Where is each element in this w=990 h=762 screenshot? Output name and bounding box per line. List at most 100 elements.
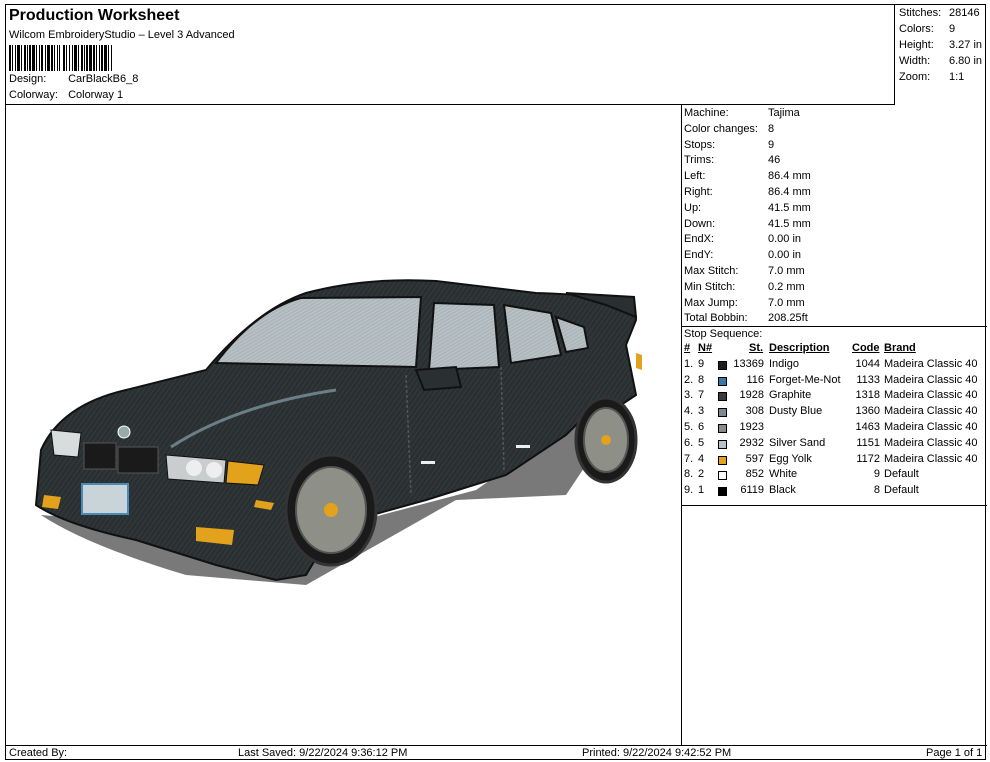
info-label: EndX: [684,233,714,246]
table-row: 1. 9 13369 Indigo 1044 Madeira Classic 40 [684,358,987,374]
row-description: Egg Yolk [769,452,812,465]
info-value: 46 [768,154,781,167]
header-description: Description [769,342,830,354]
page-number: Page 1 of 1 [926,747,983,759]
color-swatch [718,423,727,433]
row-index: 8. [684,468,694,481]
info-value: 9 [768,138,775,151]
row-code: 1044 [855,357,880,370]
colors-value: 9 [949,23,956,35]
row-index: 3. [684,389,694,402]
color-swatch [718,455,727,465]
table-row: 9. 1 6119 Black 8 Default [684,484,987,500]
info-value: 208.25ft [768,312,808,325]
row-description: Forget-Me-Not [769,373,841,386]
info-value: 7.0 mm [768,265,805,277]
zoom-value: 1:1 [949,71,965,83]
machine-info-row: Color changes: 8 [684,123,774,135]
info-label: Trims: [684,154,715,167]
row-needle: 8 [698,373,705,386]
row-brand: Madeira Classic 40 [884,389,978,402]
row-code: 9 [873,468,880,481]
info-value: 8 [768,122,775,135]
row-brand: Default [884,468,919,481]
row-stitches: 852 [745,468,764,481]
row-index: 2. [684,373,694,386]
info-value: 7.0 mm [768,296,805,309]
header-index: # [684,342,691,354]
table-row: 3. 7 1928 Graphite 1318 Madeira Classic 40 [684,389,987,405]
row-description: Indigo [769,357,799,370]
header-code: Code [852,342,880,354]
row-index: 4. [684,405,694,418]
info-label: Up: [684,201,702,214]
row-brand: Default [884,484,919,497]
machine-info-row: Trims: 46 [684,154,780,166]
row-index: 9. [684,484,694,497]
color-swatch [718,408,727,418]
colorway-value: Colorway 1 [68,89,124,101]
row-needle: 4 [698,452,705,465]
info-value: 0.00 in [768,249,802,262]
design-value: CarBlackB6_8 [68,73,139,85]
info-value: 86.4 mm [768,186,811,198]
row-needle: 5 [698,436,705,449]
design-preview [6,105,682,745]
stitches-row: Stitches: 28146 [899,7,980,19]
stop-sequence-table: # N# St. Description Code Brand 1. 9 13369… [684,342,987,500]
row-code: 1360 [855,405,880,418]
row-description: Black [769,484,796,497]
table-row: 2. 8 116 Forget-Me-Not 1133 Madeira Classic 4… [684,374,987,390]
row-description: Dusty Blue [769,405,823,418]
row-stitches: 6119 [740,484,764,497]
color-swatch [718,392,727,402]
info-label: Left: [684,170,706,183]
worksheet-footer: Created By: Last Saved: 9/22/2024 9:36:1… [6,745,987,761]
row-needle: 9 [698,357,705,370]
row-stitches: 1923 [739,420,764,433]
row-code: 8 [873,484,880,497]
height-value: 3.27 in [949,39,983,51]
colorway-row: Colorway: Colorway 1 [9,89,123,101]
row-code: 1172 [856,452,880,465]
stop-rows: 1. 9 13369 Indigo 1044 Madeira Classic 40 2. 8 1… [684,358,987,500]
row-needle: 7 [698,389,705,402]
row-stitches: 1928 [739,389,764,402]
row-index: 6. [684,436,694,449]
created-by: Created By: [9,747,68,759]
info-label: Stops: [684,138,716,151]
row-stitches: 597 [745,452,764,465]
info-label: Max Jump: [684,296,738,309]
color-swatch [718,439,727,449]
row-stitches: 2932 [739,436,764,449]
header-needle: N# [698,342,713,354]
machine-info-row: Right: 86.4 mm [684,186,811,198]
info-value: Tajima [768,107,800,119]
row-index: 1. [684,357,694,370]
info-value: 86.4 mm [768,170,811,183]
header-stitches: St. [749,342,764,354]
zoom-row: Zoom: 1:1 [899,71,964,83]
info-label: Min Stitch: [684,280,736,293]
table-row: 5. 6 1923 1463 Madeira Classic 40 [684,421,987,437]
info-label: Down: [684,217,716,230]
machine-info-row: Total Bobbin: 208.25ft [684,312,808,324]
software-name: Wilcom EmbroideryStudio – Level 3 Advanc… [9,29,235,41]
row-needle: 1 [698,484,705,497]
row-code: 1318 [855,389,880,402]
height-label: Height: [899,39,934,51]
worksheet: Production Worksheet Wilcom EmbroiderySt… [5,4,987,761]
info-value: 0.2 mm [768,280,805,293]
row-needle: 2 [698,468,705,481]
machine-info-row: Max Jump: 7.0 mm [684,297,805,309]
color-swatch [718,471,727,481]
row-index: 5. [684,420,694,433]
info-label: Color changes: [684,122,758,135]
printed-date: Printed: 9/22/2024 9:42:52 PM [582,747,732,759]
info-value: 41.5 mm [768,201,811,214]
table-row: 7. 4 597 Egg Yolk 1172 Madeira Classic 40 [684,453,987,469]
stitches-label: Stitches: [899,7,942,19]
info-label: Max Stitch: [684,265,739,277]
table-row: 4. 3 308 Dusty Blue 1360 Madeira Classic 40 [684,405,987,421]
zoom-label: Zoom: [899,71,931,83]
